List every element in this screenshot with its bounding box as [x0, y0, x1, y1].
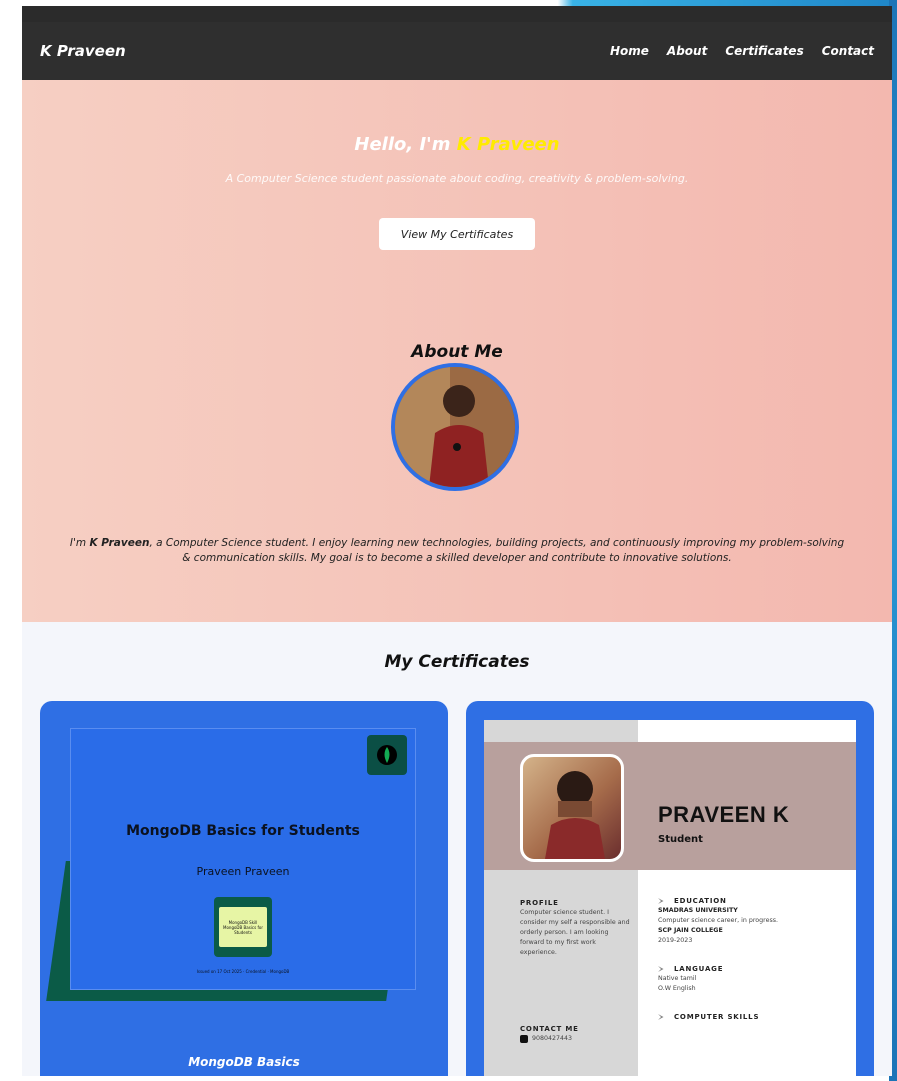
- about-text-name: K Praveen: [89, 537, 150, 549]
- nav-about[interactable]: About: [667, 44, 707, 58]
- person-portrait-icon: [395, 367, 515, 487]
- resume-language-2: O.W English: [658, 985, 696, 992]
- resume-phone: 9080427443: [532, 1035, 573, 1042]
- resume-education-desc: Computer science career, in progress.: [658, 917, 779, 924]
- resume-left-content: PROFILE Computer science student. I cons…: [520, 898, 630, 1044]
- mongodb-certificate: MongoDB Basics for Students Praveen Prav…: [70, 728, 416, 990]
- resume-preview: PRAVEEN K Student PROFILE Computer scien…: [484, 720, 856, 1076]
- resume-skills-heading: COMPUTER SKILLS: [658, 1012, 848, 1022]
- mongodb-leaf-icon: [367, 735, 407, 775]
- chevron-right-icon: [658, 1014, 664, 1020]
- badge-text: MongoDB Basics for Students: [223, 924, 263, 935]
- nav-certificates[interactable]: Certificates: [725, 44, 803, 58]
- chevron-right-icon: [658, 898, 664, 904]
- certificates-title: My Certificates: [384, 652, 530, 672]
- resume-photo: [520, 754, 624, 862]
- hero-subtitle: A Computer Science student passionate ab…: [225, 172, 689, 185]
- resume-education-college: SCP JAIN COLLEGE: [658, 927, 723, 934]
- navbar: K Praveen Home About Certificates Contac…: [22, 22, 892, 80]
- nav-links: Home About Certificates Contact: [610, 44, 874, 58]
- hero-name: K Praveen: [456, 134, 560, 155]
- about-text: I'm K Praveen, a Computer Science studen…: [66, 536, 848, 566]
- about-text-intro: I'm: [69, 537, 87, 549]
- about-title: About Me: [411, 342, 503, 362]
- resume-contact-heading: CONTACT ME: [520, 1025, 579, 1033]
- nav-contact[interactable]: Contact: [822, 44, 874, 58]
- top-strip: [22, 6, 892, 22]
- resume-right-content: EDUCATION SMADRAS UNIVERSITY Computer sc…: [658, 896, 848, 1022]
- person-photo-icon: [545, 771, 605, 859]
- certificate-card-resume[interactable]: PRAVEEN K Student PROFILE Computer scien…: [466, 701, 874, 1076]
- hero-title: Hello, I'm K Praveen: [22, 134, 892, 155]
- resume-education-heading: EDUCATION: [658, 896, 848, 906]
- resume-name: PRAVEEN K: [658, 802, 790, 827]
- hero-greeting: Hello, I'm: [354, 134, 451, 155]
- badge-content: MongoDB Skill MongoDB Basics for Student…: [219, 907, 267, 947]
- avatar: [391, 363, 519, 491]
- certificate-card-mongodb[interactable]: MongoDB Basics for Students Praveen Prav…: [40, 701, 448, 1076]
- certificate-fine-print: Issued on 17 Oct 2025 · Credential · Mon…: [196, 969, 290, 974]
- nav-home[interactable]: Home: [610, 44, 649, 58]
- resume-language-heading: LANGUAGE: [658, 964, 848, 974]
- resume-education-school: SMADRAS UNIVERSITY: [658, 907, 738, 914]
- resume-contact-phone: 9080427443: [520, 1034, 630, 1044]
- certificate-recipient: Praveen Praveen: [196, 865, 290, 878]
- chevron-right-icon: [658, 966, 664, 972]
- mongodb-badge: MongoDB Skill MongoDB Basics for Student…: [214, 897, 272, 957]
- certificate-title: MongoDB Basics for Students: [126, 823, 360, 839]
- resume-role: Student: [658, 834, 703, 845]
- view-certificates-button[interactable]: View My Certificates: [379, 218, 535, 250]
- phone-icon: [520, 1035, 528, 1043]
- brand-logo[interactable]: K Praveen: [40, 42, 126, 60]
- hero-section: Hello, I'm K Praveen A Computer Science …: [22, 80, 892, 622]
- about-text-rest: , a Computer Science student. I enjoy le…: [149, 537, 845, 564]
- resume-profile-text: Computer science student. I consider my …: [520, 909, 630, 956]
- certificate-label-mongodb: MongoDB Basics: [188, 1055, 300, 1069]
- resume-education-years: 2019-2023: [658, 937, 693, 944]
- resume-language-1: Native tamil: [658, 975, 697, 982]
- portfolio-page: K Praveen Home About Certificates Contac…: [22, 6, 892, 1076]
- resume-profile-heading: PROFILE: [520, 899, 559, 907]
